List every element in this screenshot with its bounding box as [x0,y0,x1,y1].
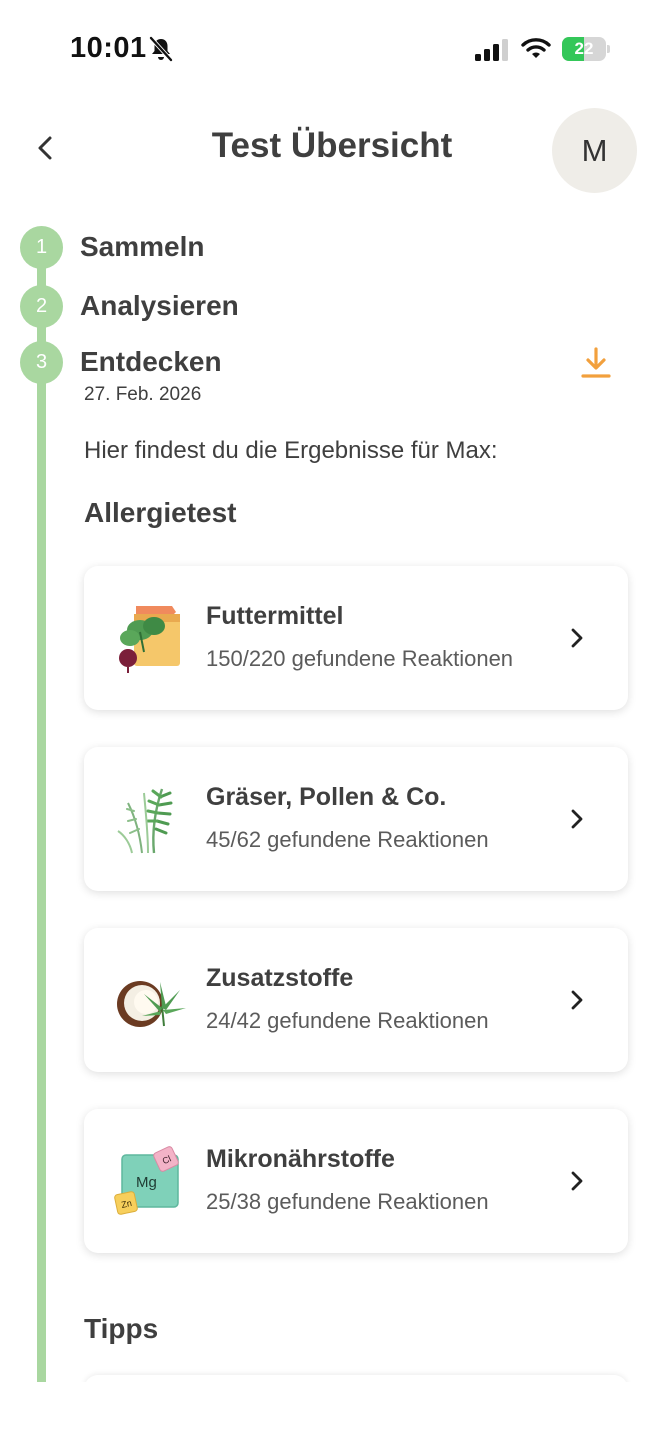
category-card-futtermittel[interactable]: Futtermittel 150/220 gefundene Reaktione… [84,566,628,710]
coconut-leaf-icon [117,981,186,1027]
chevron-right-icon [571,809,583,829]
card-subtitle: 150/220 gefundene Reaktionen [206,646,514,671]
bell-slash-icon [149,36,173,62]
intro-text: Hier findest du die Ergebnisse für Max: [84,437,498,464]
battery-indicator: 22 [562,37,610,61]
category-card-mikronaehrstoffe[interactable]: Mg Cl Zn Mikronährstoffe 25/38 gefundene… [84,1109,628,1253]
status-time: 10:01 [70,32,147,64]
grass-pollen-icon [117,788,173,854]
card-title: Mikronährstoffe [206,1145,395,1173]
step-1-circle: 1 [20,226,63,269]
avatar[interactable]: M [552,108,637,193]
timeline-line [37,246,46,1382]
cellular-signal-icon [475,39,508,61]
tile-zn: Zn [120,1198,132,1210]
category-card-graeser[interactable]: Gräser, Pollen & Co. 45/62 gefundene Rea… [84,747,628,891]
download-icon[interactable] [578,345,614,381]
card-title: Gräser, Pollen & Co. [206,783,447,811]
step-3-circle: 3 [20,341,63,384]
chevron-right-icon [571,990,583,1010]
card-title: Zusatzstoffe [206,964,354,992]
chevron-right-icon [571,1171,583,1191]
step-3-label: Entdecken [80,346,222,377]
chevron-right-icon [571,628,583,648]
step-3-date: 27. Feb. 2026 [84,384,202,405]
category-card-zusatzstoffe[interactable]: Zusatzstoffe 24/42 gefundene Reaktionen [84,928,628,1072]
wifi-icon [521,38,551,58]
mineral-tiles-icon: Mg Cl Zn [114,1146,179,1215]
status-bar: 10:01 22 [0,0,664,100]
step-2-label: Analysieren [80,290,239,321]
step-2-circle: 2 [20,285,63,328]
bottom-fade [0,1382,664,1440]
battery-level: 22 [574,39,594,58]
card-title: Futtermittel [206,602,344,630]
tile-mg: Mg [136,1174,157,1191]
card-subtitle: 45/62 gefundene Reaktionen [206,827,489,852]
section-heading-tips: Tipps [84,1313,159,1344]
card-subtitle: 25/38 gefundene Reaktionen [206,1189,489,1214]
card-subtitle: 24/42 gefundene Reaktionen [206,1008,489,1033]
step-1-label: Sammeln [80,231,205,262]
section-heading-allergy: Allergietest [84,497,237,528]
feed-bag-icon [119,606,180,673]
